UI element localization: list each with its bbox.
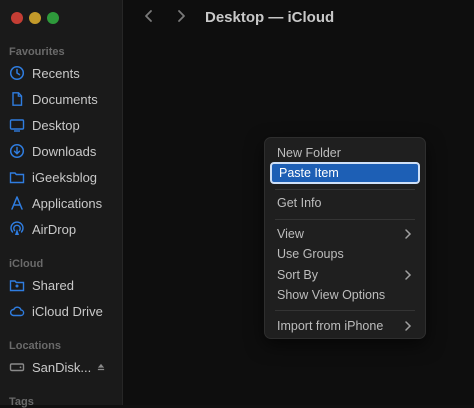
sidebar-item-sandisk[interactable]: SanDisk... xyxy=(9,357,107,377)
menu-separator xyxy=(275,189,415,190)
sidebar-item-label: Recents xyxy=(32,65,80,81)
menu-item-use-groups[interactable]: Use Groups xyxy=(270,244,420,264)
folder-icon xyxy=(9,169,25,185)
sidebar-item-label: Downloads xyxy=(32,143,97,159)
menu-item-label: Use Groups xyxy=(277,247,344,261)
sidebar-item-desktop[interactable]: Desktop xyxy=(9,115,80,135)
chevron-right-icon xyxy=(174,9,188,28)
forward-button[interactable] xyxy=(171,8,191,28)
eject-icon[interactable] xyxy=(95,359,107,375)
menu-item-import-from-iphone[interactable]: Import from iPhone xyxy=(270,316,420,336)
drive-icon xyxy=(9,359,25,375)
minimize-window-button[interactable] xyxy=(29,12,41,24)
menu-item-paste-item[interactable]: Paste Item xyxy=(270,162,420,184)
applications-icon xyxy=(9,195,25,211)
sidebar-item-label: Shared xyxy=(32,277,74,293)
menu-item-label: View xyxy=(277,227,304,241)
sidebar-item-label: SanDisk... xyxy=(32,359,92,375)
chevron-right-icon xyxy=(403,228,413,240)
window-controls xyxy=(11,12,59,24)
airdrop-icon xyxy=(9,221,25,237)
menu-item-label: Paste Item xyxy=(279,166,339,180)
menu-item-label: New Folder xyxy=(277,146,341,160)
shared-folder-icon xyxy=(9,277,25,293)
favourites-section-title: Favourites xyxy=(9,46,65,58)
close-window-button[interactable] xyxy=(11,12,23,24)
sidebar-item-label: Desktop xyxy=(32,117,80,133)
sidebar-item-icloud-drive[interactable]: iCloud Drive xyxy=(9,301,103,321)
zoom-window-button[interactable] xyxy=(47,12,59,24)
document-icon xyxy=(9,91,25,107)
sidebar-item-label: Applications xyxy=(32,195,103,211)
clock-icon xyxy=(9,65,25,81)
chevron-right-icon xyxy=(403,320,413,332)
chevron-left-icon xyxy=(142,9,156,28)
download-icon xyxy=(9,143,25,159)
sidebar-item-airdrop[interactable]: AirDrop xyxy=(9,219,76,239)
chevron-right-icon xyxy=(403,269,413,281)
menu-item-label: Get Info xyxy=(277,196,322,210)
back-button[interactable] xyxy=(139,8,159,28)
sidebar-item-label: iGeeksblog xyxy=(32,169,98,185)
sidebar-item-documents[interactable]: Documents xyxy=(9,89,98,109)
sidebar: Favourites Recents Documents Desktop Dow… xyxy=(0,0,123,408)
context-menu: New Folder Paste Item Get Info View Use … xyxy=(264,137,426,339)
sidebar-item-shared[interactable]: Shared xyxy=(9,275,74,295)
menu-item-view[interactable]: View xyxy=(270,224,420,244)
sidebar-item-label: AirDrop xyxy=(32,221,77,237)
menu-separator xyxy=(275,219,415,220)
sidebar-item-applications[interactable]: Applications xyxy=(9,193,102,213)
menu-item-sort-by[interactable]: Sort By xyxy=(270,265,420,285)
sidebar-item-label: iCloud Drive xyxy=(32,303,103,319)
menu-separator xyxy=(275,310,415,311)
desktop-icon xyxy=(9,117,25,133)
window-title: Desktop — iCloud xyxy=(205,9,335,26)
cloud-icon xyxy=(9,303,25,319)
locations-section-title: Locations xyxy=(9,340,61,352)
menu-item-new-folder[interactable]: New Folder xyxy=(270,143,420,163)
tags-section-title: Tags xyxy=(9,396,34,408)
menu-item-show-view-options[interactable]: Show View Options xyxy=(270,285,420,305)
icloud-section-title: iCloud xyxy=(9,258,44,270)
sidebar-item-downloads[interactable]: Downloads xyxy=(9,141,96,161)
sidebar-item-label: Documents xyxy=(32,91,98,107)
menu-item-label: Sort By xyxy=(277,268,318,282)
menu-item-label: Show View Options xyxy=(277,288,386,302)
menu-item-get-info[interactable]: Get Info xyxy=(270,193,420,213)
menu-item-label: Import from iPhone xyxy=(277,319,384,333)
sidebar-item-recents[interactable]: Recents xyxy=(9,63,80,83)
sidebar-item-igeeksblog[interactable]: iGeeksblog xyxy=(9,167,97,187)
